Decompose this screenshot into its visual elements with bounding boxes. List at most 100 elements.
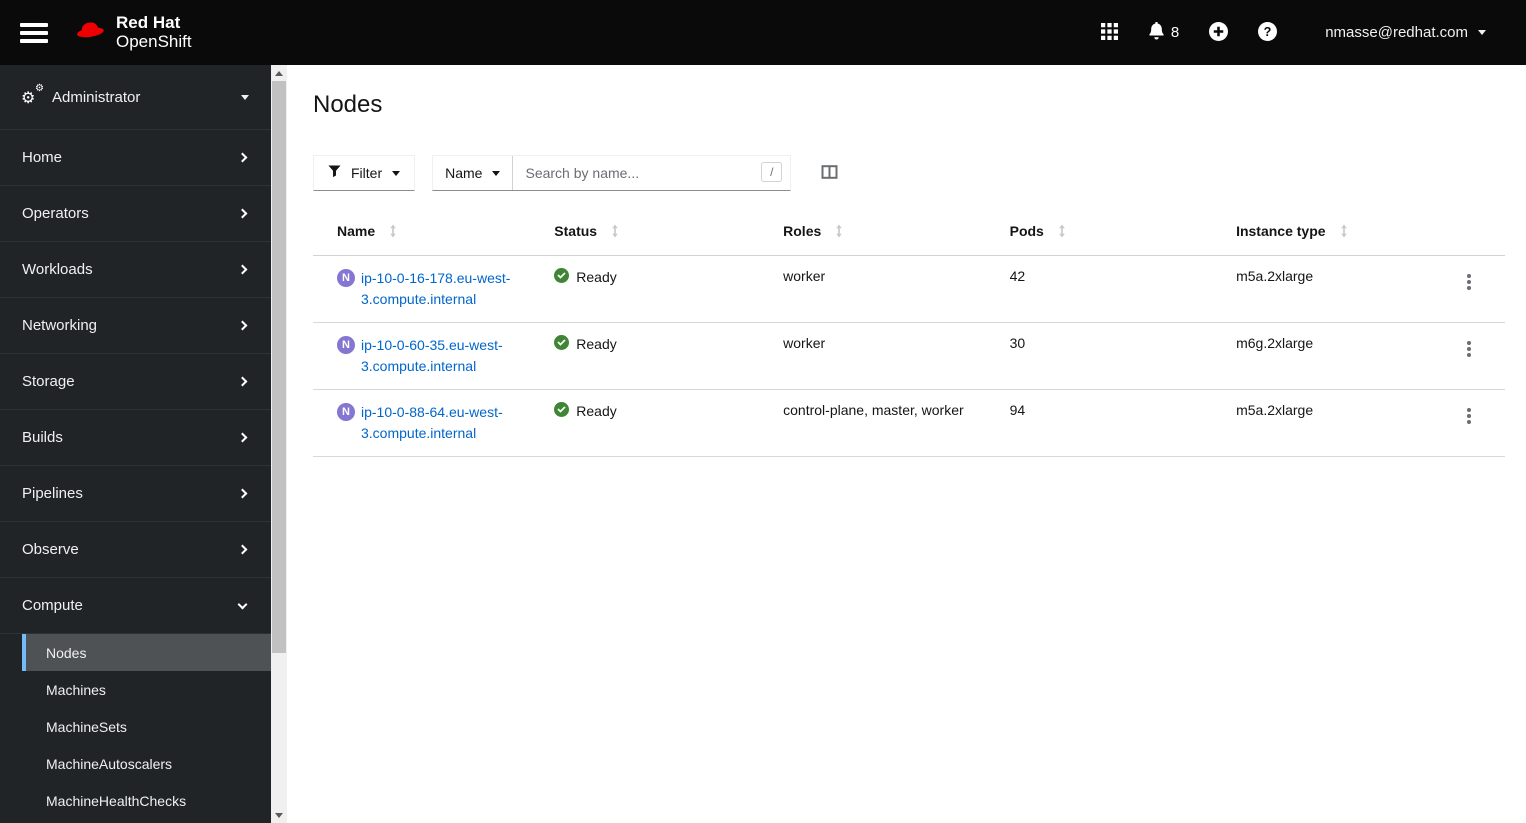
caret-down-icon xyxy=(1478,30,1486,35)
sort-icon xyxy=(835,224,843,241)
brand-line1: Red Hat xyxy=(116,12,181,32)
caret-down-icon xyxy=(392,170,401,176)
question-circle-icon: ? xyxy=(1258,21,1278,44)
column-header-pods[interactable]: Pods xyxy=(994,213,1220,256)
pods-cell: 30 xyxy=(1009,335,1026,351)
nodes-table: Name Status Roles Pods Instance type N i… xyxy=(313,213,1505,457)
kebab-menu-button[interactable] xyxy=(1463,337,1475,361)
chevron-right-icon xyxy=(237,488,248,499)
ready-check-icon xyxy=(554,268,570,286)
status-text: Ready xyxy=(576,269,617,285)
columns-icon xyxy=(821,164,838,183)
notifications-button[interactable]: 8 xyxy=(1148,21,1180,43)
plus-circle-icon xyxy=(1209,21,1229,44)
search-input[interactable] xyxy=(513,156,791,190)
kebab-menu-button[interactable] xyxy=(1463,270,1475,294)
perspective-switcher[interactable]: ⚙ ⚙ Administrator xyxy=(0,65,271,130)
column-header-status[interactable]: Status xyxy=(538,213,767,256)
sidebar-item-builds[interactable]: Builds xyxy=(0,410,271,466)
filter-funnel-icon xyxy=(328,165,341,181)
sort-icon xyxy=(611,224,619,241)
node-resource-badge: N xyxy=(337,403,355,421)
sidebar-item-nodes[interactable]: Nodes xyxy=(22,634,271,671)
instance-type-cell: m5a.2xlarge xyxy=(1236,402,1314,418)
table-header-row: Name Status Roles Pods Instance type xyxy=(313,213,1505,256)
sidebar-item-operators[interactable]: Operators xyxy=(0,186,271,242)
column-header-instance-type[interactable]: Instance type xyxy=(1220,213,1446,256)
scrollbar-thumb[interactable] xyxy=(272,81,286,653)
user-email: nmasse@redhat.com xyxy=(1325,24,1468,41)
notification-count: 8 xyxy=(1170,24,1180,41)
roles-cell: worker xyxy=(783,335,826,351)
sidebar-nav: Home Operators Workloads Networking Stor… xyxy=(0,130,271,634)
masthead: Red Hat OpenShift 8 ? nmasse@redhat.com xyxy=(0,0,1526,65)
sidebar-scrollbar[interactable] xyxy=(271,65,287,823)
pods-cell: 94 xyxy=(1009,402,1026,418)
kebab-menu-button[interactable] xyxy=(1463,404,1475,428)
chevron-down-icon xyxy=(237,599,248,609)
main-content: Nodes Filter Name / xyxy=(287,65,1526,823)
status-text: Ready xyxy=(576,336,617,352)
sidebar-item-observe[interactable]: Observe xyxy=(0,522,271,578)
bell-icon xyxy=(1148,21,1165,43)
table-row: N ip-10-0-60-35.eu-west-3.compute.intern… xyxy=(313,323,1505,390)
node-link[interactable]: ip-10-0-16-178.eu-west-3.compute.interna… xyxy=(361,268,522,310)
chevron-right-icon xyxy=(237,432,248,443)
masthead-toolbar: 8 ? nmasse@redhat.com xyxy=(1100,21,1486,44)
roles-cell: control-plane, master, worker xyxy=(783,402,964,418)
brand-text: Red Hat OpenShift xyxy=(116,12,192,51)
sidebar-item-workloads[interactable]: Workloads xyxy=(0,242,271,298)
scroll-up-arrow[interactable] xyxy=(271,65,287,81)
app-launcher-button[interactable] xyxy=(1100,22,1118,43)
chevron-right-icon xyxy=(237,320,248,331)
sidebar-item-storage[interactable]: Storage xyxy=(0,354,271,410)
node-link[interactable]: ip-10-0-60-35.eu-west-3.compute.internal xyxy=(361,335,522,377)
chevron-right-icon xyxy=(237,264,248,275)
compute-subnav: Nodes Machines MachineSets MachineAutosc… xyxy=(0,634,271,821)
sidebar-item-networking[interactable]: Networking xyxy=(0,298,271,354)
user-menu[interactable]: nmasse@redhat.com xyxy=(1325,24,1486,41)
brand-logo: Red Hat OpenShift xyxy=(72,12,192,51)
sort-icon xyxy=(1058,224,1066,241)
instance-type-cell: m5a.2xlarge xyxy=(1236,268,1314,284)
node-link[interactable]: ip-10-0-88-64.eu-west-3.compute.internal xyxy=(361,402,522,444)
sort-icon xyxy=(1340,224,1348,241)
sidebar-item-compute[interactable]: Compute xyxy=(0,578,271,634)
nav-toggle-button[interactable] xyxy=(20,22,48,43)
redhat-fedora-icon xyxy=(72,16,108,49)
page-title: Nodes xyxy=(313,91,383,118)
chevron-right-icon xyxy=(237,376,248,387)
sidebar-item-home[interactable]: Home xyxy=(0,130,271,186)
sidebar-item-machines[interactable]: Machines xyxy=(0,671,271,708)
help-button[interactable]: ? xyxy=(1258,21,1278,44)
search-type-dropdown[interactable]: Name xyxy=(433,156,514,190)
slash-shortcut-hint: / xyxy=(761,162,783,182)
chevron-right-icon xyxy=(237,208,248,219)
perspective-label: Administrator xyxy=(52,88,141,106)
svg-text:?: ? xyxy=(1264,24,1272,38)
cogs-icon: ⚙ ⚙ xyxy=(21,83,44,107)
caret-down-icon xyxy=(241,94,249,100)
roles-cell: worker xyxy=(783,268,826,284)
sidebar: ⚙ ⚙ Administrator Home Operators Workload… xyxy=(0,65,271,823)
filter-dropdown[interactable]: Filter xyxy=(313,155,416,191)
column-header-name[interactable]: Name xyxy=(313,213,538,256)
pods-cell: 42 xyxy=(1009,268,1026,284)
sidebar-item-machinesets[interactable]: MachineSets xyxy=(0,708,271,745)
sidebar-item-machinehealthchecks[interactable]: MachineHealthChecks xyxy=(0,782,271,819)
ready-check-icon xyxy=(554,335,570,353)
sort-icon xyxy=(389,224,397,241)
brand-line2: OpenShift xyxy=(116,31,192,51)
sidebar-item-machineautoscalers[interactable]: MachineAutoscalers xyxy=(0,745,271,782)
caret-down-icon xyxy=(492,170,501,176)
manage-columns-button[interactable] xyxy=(821,164,838,183)
column-header-roles[interactable]: Roles xyxy=(767,213,993,256)
table-row: N ip-10-0-88-64.eu-west-3.compute.intern… xyxy=(313,390,1505,457)
quick-create-button[interactable] xyxy=(1209,21,1229,44)
sidebar-item-pipelines[interactable]: Pipelines xyxy=(0,466,271,522)
scroll-down-arrow[interactable] xyxy=(271,807,287,823)
toolbar: Filter Name / xyxy=(313,155,1505,191)
hamburger-icon xyxy=(20,22,48,27)
grid-icon xyxy=(1100,22,1118,43)
node-resource-badge: N xyxy=(337,269,355,287)
